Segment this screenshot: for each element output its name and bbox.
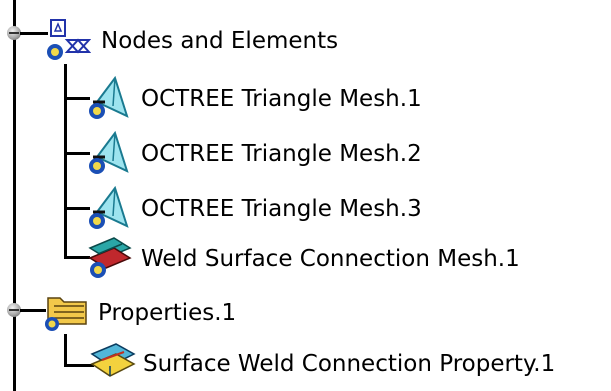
specification-tree: Nodes and Elements OCTREE Triangle Mesh.… [0,0,611,391]
collapse-toggle-nodes[interactable] [7,26,21,40]
properties-folder-icon[interactable] [42,290,92,332]
node-label-octree-2[interactable]: OCTREE Triangle Mesh.2 [141,140,422,168]
weld-mesh-icon[interactable] [84,236,134,280]
node-label-octree-1[interactable]: OCTREE Triangle Mesh.1 [141,85,422,113]
collapse-toggle-properties[interactable] [7,303,21,317]
node-label-weld-mesh[interactable]: Weld Surface Connection Mesh.1 [141,245,520,273]
node-label-nodes-elements[interactable]: Nodes and Elements [101,27,338,55]
octree-mesh-icon[interactable] [83,185,133,231]
child-connector-line [64,334,67,366]
node-label-properties[interactable]: Properties.1 [98,299,236,327]
branch-line [20,32,48,35]
tree-trunk-line [13,0,16,391]
nodes-elements-icon[interactable] [45,18,92,64]
octree-mesh-icon[interactable] [83,75,133,121]
weld-property-icon[interactable] [88,340,138,384]
node-label-octree-3[interactable]: OCTREE Triangle Mesh.3 [141,195,422,223]
node-label-weld-property[interactable]: Surface Weld Connection Property.1 [143,350,555,378]
octree-mesh-icon[interactable] [83,130,133,176]
child-connector-line [64,64,67,258]
